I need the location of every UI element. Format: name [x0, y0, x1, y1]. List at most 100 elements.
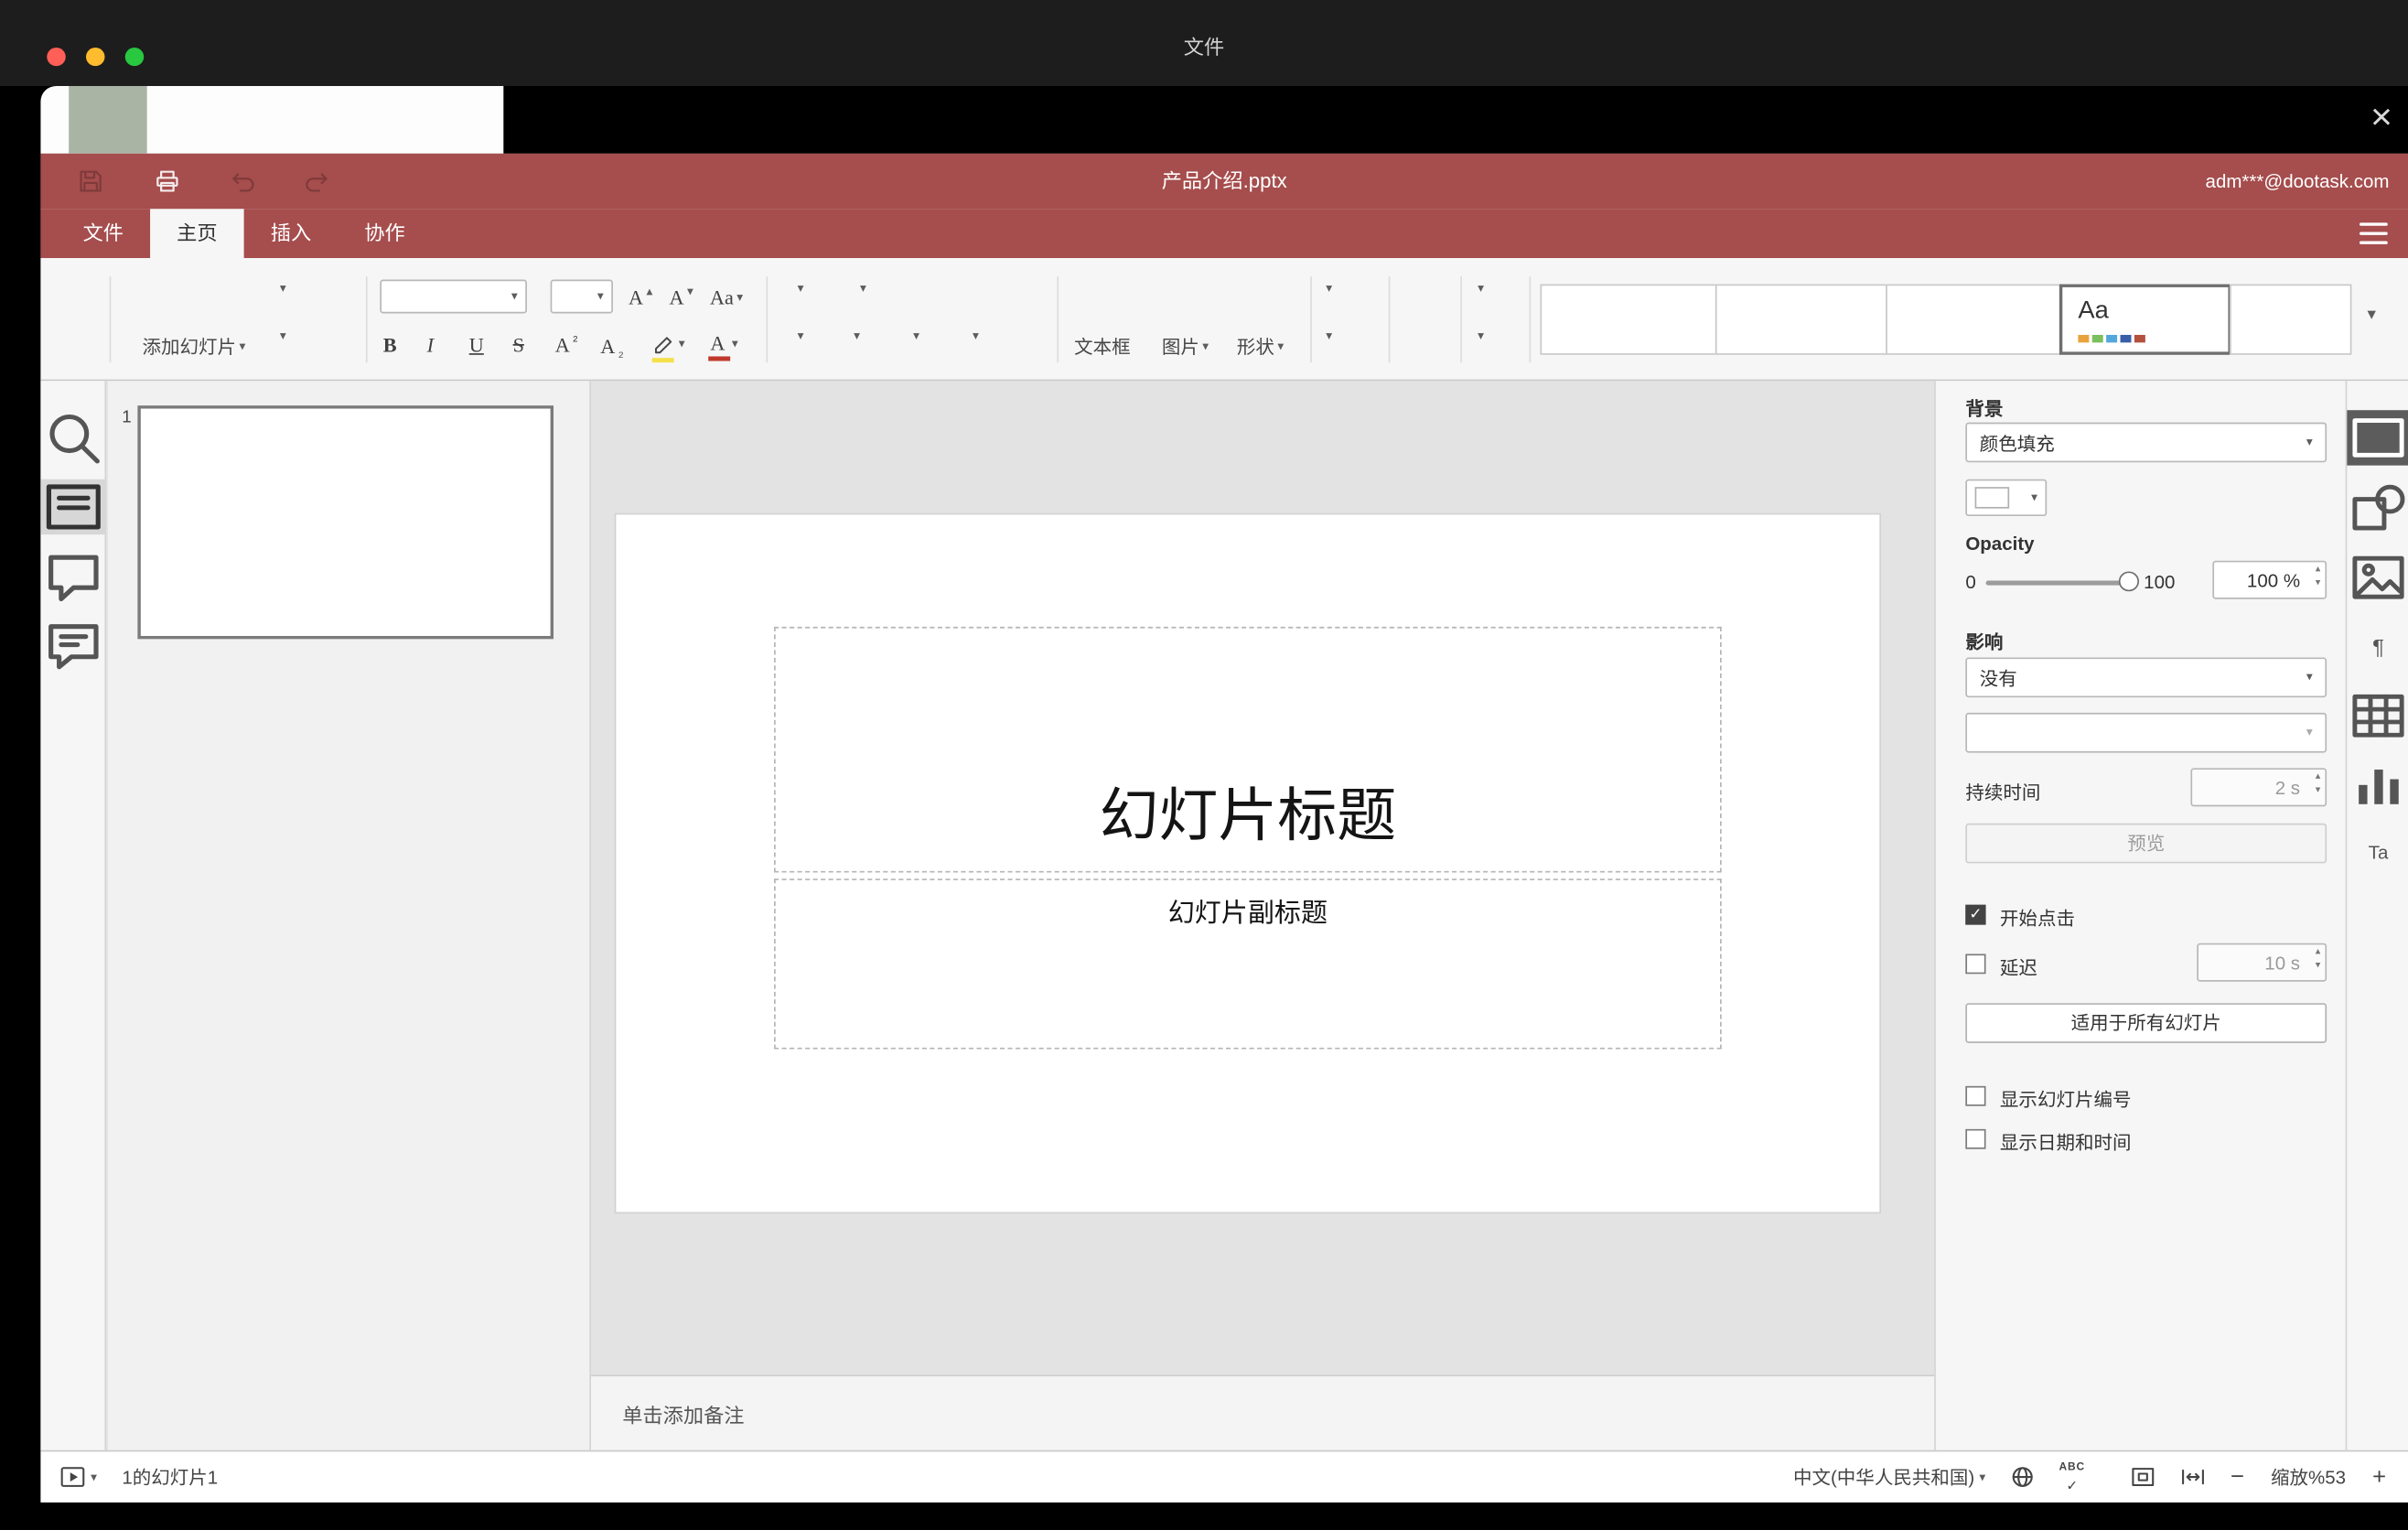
zoom-out-button[interactable]: − [2231, 1464, 2244, 1491]
tab-file[interactable]: 文件 [57, 209, 151, 258]
underline-button[interactable]: U [469, 333, 484, 358]
show-slide-number-checkbox[interactable] [1965, 1085, 1986, 1106]
add-slide-label: 添加幻灯片 [142, 336, 237, 359]
arrange-shape-button[interactable]: ▾ [1323, 282, 1332, 295]
numbering-button[interactable]: ▾ [857, 282, 866, 295]
superscript-button[interactable]: A ² [555, 332, 578, 358]
spin-down-icon[interactable]: ▾ [2316, 785, 2321, 800]
theme-thumbnail[interactable] [1715, 284, 1887, 355]
preview-button[interactable]: 预览 [1965, 823, 2327, 864]
line-spacing-button[interactable]: ▾ [910, 329, 919, 342]
columns-button[interactable]: ▾ [970, 329, 979, 342]
strikeout-button[interactable]: S [513, 333, 524, 358]
background-color-picker[interactable]: ▾ [1965, 479, 2048, 517]
font-name-select[interactable]: ▾ [380, 279, 527, 314]
increase-font-button[interactable]: A ▴ [629, 285, 652, 310]
font-color-button[interactable]: A ▾ [707, 332, 738, 361]
theme-thumbnail-selected[interactable]: Aa [2059, 284, 2231, 355]
start-on-click-checkbox[interactable]: ✓ [1965, 904, 1986, 925]
vertical-align-button[interactable]: ▾ [851, 329, 860, 342]
slide[interactable]: 幻灯片标题 幻灯片副标题 [616, 514, 1880, 1212]
status-bar: ▾ 1的幻灯片1 中文(中华人民共和国) ▾ ABC ✓ − 缩放%53 + [40, 1449, 2408, 1503]
fit-slide-button[interactable] [2131, 1464, 2157, 1491]
opacity-slider-handle[interactable] [2118, 571, 2140, 592]
shape-label-button[interactable]: 形状 ▾ [1218, 333, 1302, 360]
paragraph-settings-tab[interactable]: ¶ [2347, 620, 2408, 674]
notes-area[interactable]: 单击添加备注 [591, 1374, 1935, 1450]
textart-settings-tab[interactable]: Ta [2347, 824, 2408, 879]
effect-label: 影响 [1965, 630, 2004, 653]
chevron-down-icon: ▾ [1202, 339, 1209, 353]
show-datetime-checkbox[interactable] [1965, 1128, 1986, 1149]
theme-thumbnail[interactable] [1886, 284, 2061, 355]
language-selector[interactable]: 中文(中华人民共和国) ▾ [1793, 1464, 1985, 1491]
add-slide-label-button[interactable]: 添加幻灯片 ▾ [97, 333, 291, 360]
table-settings-tab[interactable] [2347, 688, 2408, 743]
theme-thumbnail[interactable] [2230, 284, 2352, 355]
title-placeholder[interactable]: 幻灯片标题 [773, 626, 1722, 873]
spellcheck-button[interactable]: ABC ✓ [2059, 1461, 2085, 1492]
align-shape-button[interactable]: ▾ [1323, 329, 1332, 342]
slide-thumbnail[interactable] [137, 405, 554, 640]
image-settings-tab[interactable] [2347, 550, 2408, 605]
textbox-label-button[interactable]: 文本框 [1052, 333, 1152, 360]
chevron-down-icon: ▾ [597, 288, 604, 303]
image-label-button[interactable]: 图片 ▾ [1143, 333, 1227, 360]
effect-type-select[interactable]: ▾ [1965, 712, 2327, 753]
play-icon [60, 1467, 85, 1487]
subscript-button[interactable]: A ₂ [600, 333, 623, 360]
start-slideshow-status-button[interactable]: ▾ [59, 1464, 97, 1491]
dialog-close-button[interactable]: × [2355, 92, 2408, 145]
spin-down-icon[interactable]: ▾ [2316, 578, 2321, 593]
slide-size-button[interactable]: ▾ [1475, 329, 1484, 342]
delay-spinner[interactable]: 10 s ▴ ▾ [2197, 943, 2327, 982]
chevron-down-icon: ▾ [1979, 1469, 1986, 1483]
delay-label: 延迟 [1999, 956, 2037, 979]
bullets-button[interactable]: ▾ [794, 282, 804, 295]
theme-thumbnail[interactable] [1540, 284, 1717, 355]
chevron-down-icon: ▾ [2306, 435, 2313, 449]
spin-down-icon[interactable]: ▾ [2316, 961, 2321, 975]
effect-select[interactable]: 没有 ▾ [1965, 657, 2327, 698]
start-slideshow-button[interactable]: ▾ [277, 329, 286, 342]
effect-value: 没有 [1979, 667, 2017, 689]
slide-settings-tab[interactable] [2347, 410, 2408, 466]
slides-panel-button[interactable] [40, 479, 107, 535]
search-icon [49, 414, 100, 464]
comments-button[interactable] [40, 550, 106, 605]
shape-settings-tab[interactable] [2347, 479, 2408, 534]
opacity-slider-track[interactable] [1985, 580, 2129, 586]
slide-canvas[interactable]: 幻灯片标题 幻灯片副标题 [591, 381, 1935, 1375]
fit-width-button[interactable] [2180, 1464, 2207, 1491]
horizontal-align-button[interactable]: ▾ [794, 329, 804, 342]
highlight-color-button[interactable]: ▾ [650, 330, 685, 363]
chevron-down-icon: ▾ [2367, 306, 2377, 325]
decrease-font-button[interactable]: A ▾ [669, 285, 693, 310]
highlight-color-swatch [651, 358, 674, 363]
italic-button[interactable]: I [427, 333, 434, 358]
font-size-select[interactable]: ▾ [550, 279, 613, 314]
toolbar: 添加幻灯片 ▾ ▾ ▾ ▾ ▾ A ▴ A ▾ Aa ▾ B I U S A ²… [40, 258, 2408, 382]
slide-layout-button[interactable]: ▾ [277, 282, 286, 295]
tab-home[interactable]: 主页 [150, 209, 244, 259]
change-case-button[interactable]: Aa ▾ [710, 286, 743, 310]
opacity-spinner[interactable]: 100 % ▴ ▾ [2212, 560, 2327, 599]
search-button[interactable] [40, 410, 106, 465]
document-language-button[interactable] [2009, 1464, 2036, 1491]
duration-spinner[interactable]: 2 s ▴ ▾ [2190, 768, 2327, 807]
tab-collaboration[interactable]: 协作 [338, 209, 432, 258]
apply-to-all-slides-button[interactable]: 适用于所有幻灯片 [1965, 1003, 2327, 1043]
textart-icon: Ta [2368, 841, 2389, 864]
chat-button[interactable] [40, 620, 106, 674]
subtitle-placeholder[interactable]: 幻灯片副标题 [773, 878, 1722, 1050]
chart-settings-tab[interactable] [2347, 758, 2408, 813]
delay-checkbox[interactable] [1965, 954, 1986, 975]
account-email: adm***@dootask.com [2205, 170, 2390, 192]
theme-gallery-expand-button[interactable]: ▾ [2368, 307, 2376, 324]
background-fill-select[interactable]: 颜色填充 ▾ [1965, 422, 2327, 463]
shape-fill-button[interactable]: ▾ [1475, 282, 1484, 295]
menu-icon[interactable] [2360, 222, 2388, 244]
bold-button[interactable]: B [383, 333, 397, 358]
tab-insert[interactable]: 插入 [244, 209, 339, 258]
zoom-in-button[interactable]: + [2372, 1464, 2386, 1491]
